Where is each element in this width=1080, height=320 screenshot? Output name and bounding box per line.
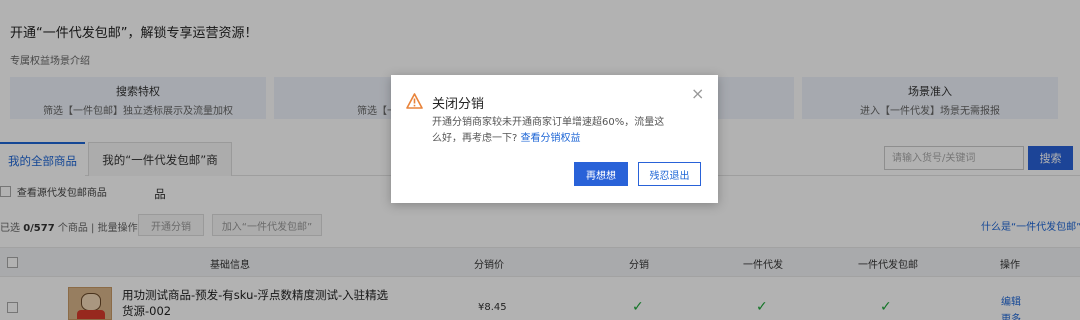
reconsider-button[interactable]: 再想想: [574, 162, 628, 186]
close-icon[interactable]: ×: [691, 86, 704, 102]
confirm-exit-button[interactable]: 残忍退出: [638, 162, 701, 186]
close-distribution-dialog: 关闭分销 × 开通分销商家较未开通商家订单增速超60%，流量这么好，再考虑一下?…: [391, 75, 718, 203]
dialog-title: 关闭分销: [432, 97, 485, 112]
view-benefits-link[interactable]: 查看分销权益: [521, 133, 581, 144]
dialog-body: 开通分销商家较未开通商家订单增速超60%，流量这么好，再考虑一下? 查看分销权益: [432, 115, 672, 147]
warning-icon: [406, 93, 423, 109]
